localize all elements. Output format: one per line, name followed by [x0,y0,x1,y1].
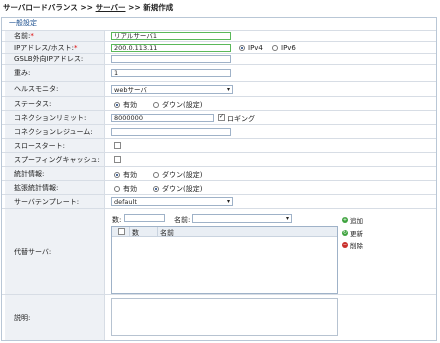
row-server-template: サーバテンプレート: default ▾ [2,194,436,208]
conn-limit-label: コネクションリミット: [5,111,105,124]
weight-label: 重み: [5,65,105,81]
description-label: 説明: [5,295,105,340]
alt-server-label: 代替サーバ: [5,209,105,294]
alt-server-table: 数 名前 [111,226,338,294]
alt-name-label: 名前: [174,216,191,224]
description-textarea[interactable] [111,298,338,336]
chevron-down-icon: ▾ [285,215,289,222]
row-status: ステータス: 有効 ダウン(設定) [2,96,436,110]
status-down-radio[interactable]: ダウン(設定) [153,100,202,110]
spoofing-cache-label: スプーフィングキャッシュ: [5,153,105,166]
health-monitor-select[interactable]: webサーバ ▾ [111,85,233,94]
row-alternate-servers: 代替サーバ: 数: 名前: ▾ 数 名前 + 追加 ↻ 更新 − 削除 [2,208,436,294]
update-button[interactable]: ↻ 更新 [342,228,375,238]
section-title: 一般設定 [9,19,37,27]
ext-stats-label: 拡張統計情報: [5,181,105,194]
breadcrumb-part2: >> 新規作成 [125,3,174,12]
ext-stats-down-radio[interactable]: ダウン(設定) [153,184,202,194]
chevron-down-icon: ▾ [226,86,230,93]
alt-num-label: 数: [112,216,122,224]
status-enabled-radio[interactable]: 有効 [114,100,137,110]
ext-stats-enabled-radio[interactable]: 有効 [114,184,137,194]
row-conn-limit: コネクションリミット: 8000000 ロギング [2,110,436,124]
ipv4-radio[interactable]: IPv4 [239,44,263,52]
status-label: ステータス: [5,97,105,110]
alt-name-select[interactable]: ▾ [192,214,292,223]
weight-field[interactable]: 1 [111,69,231,77]
row-spoofing-cache: スプーフィングキャッシュ: [2,152,436,166]
conn-resume-label: コネクションレジューム: [5,125,105,138]
gslb-label: GSLB外向IPアドレス: [5,54,105,64]
ipv6-radio[interactable]: IPv6 [272,44,296,52]
name-label: 名前: * [5,31,105,41]
stats-down-radio[interactable]: ダウン(設定) [153,170,202,180]
slow-start-label: スロースタート: [5,139,105,152]
name-field[interactable]: リアルサーバ1 [111,32,231,40]
select-all-checkbox[interactable] [118,228,125,235]
row-slow-start: スロースタート: [2,138,436,152]
row-health: ヘルスモニタ: webサーバ ▾ [2,81,436,96]
server-template-label: サーバテンプレート: [5,195,105,208]
plus-icon: + [342,217,348,223]
server-template-select[interactable]: default ▾ [111,197,233,206]
alt-server-table-header: 数 名前 [112,227,337,237]
delete-button[interactable]: − 削除 [342,240,375,250]
add-button[interactable]: + 追加 [342,215,375,225]
logging-checkbox[interactable] [218,113,225,121]
delete-icon: − [342,242,348,248]
health-label: ヘルスモニタ: [5,82,105,96]
row-ip: IPアドレス/ホスト: * 200.0.113.11 IPv4 IPv6 [2,41,436,53]
refresh-icon: ↻ [342,230,348,236]
row-name: 名前: * リアルサーバ1 [2,30,436,41]
spoofing-cache-checkbox[interactable] [114,156,121,163]
row-ext-stats: 拡張統計情報: 有効 ダウン(設定) [2,180,436,194]
col-header-name[interactable]: 名前 [160,228,174,238]
row-gslb: GSLB外向IPアドレス: [2,53,436,64]
gslb-field[interactable] [111,55,231,63]
row-weight: 重み: 1 [2,64,436,81]
row-description: 説明: [2,294,436,340]
row-conn-resume: コネクションレジューム: [2,124,436,138]
stats-enabled-radio[interactable]: 有効 [114,170,137,180]
chevron-down-icon: ▾ [226,198,230,205]
breadcrumb-servers-link[interactable]: サーバー [96,3,126,12]
col-header-num[interactable]: 数 [132,228,139,238]
breadcrumb-part1: サーバロードバランス >> [3,3,96,12]
slow-start-checkbox[interactable] [114,142,121,149]
conn-limit-field[interactable]: 8000000 [111,114,214,122]
alt-num-field[interactable] [124,214,165,222]
stats-label: 統計情報: [5,167,105,180]
row-stats: 統計情報: 有効 ダウン(設定) [2,166,436,180]
conn-resume-field[interactable] [111,128,231,136]
ip-label: IPアドレス/ホスト: * [5,42,105,53]
breadcrumb: サーバロードバランス >> サーバー >> 新規作成 [3,2,173,13]
logging-label: ロギング [227,115,255,123]
ip-field[interactable]: 200.0.113.11 [111,44,231,52]
